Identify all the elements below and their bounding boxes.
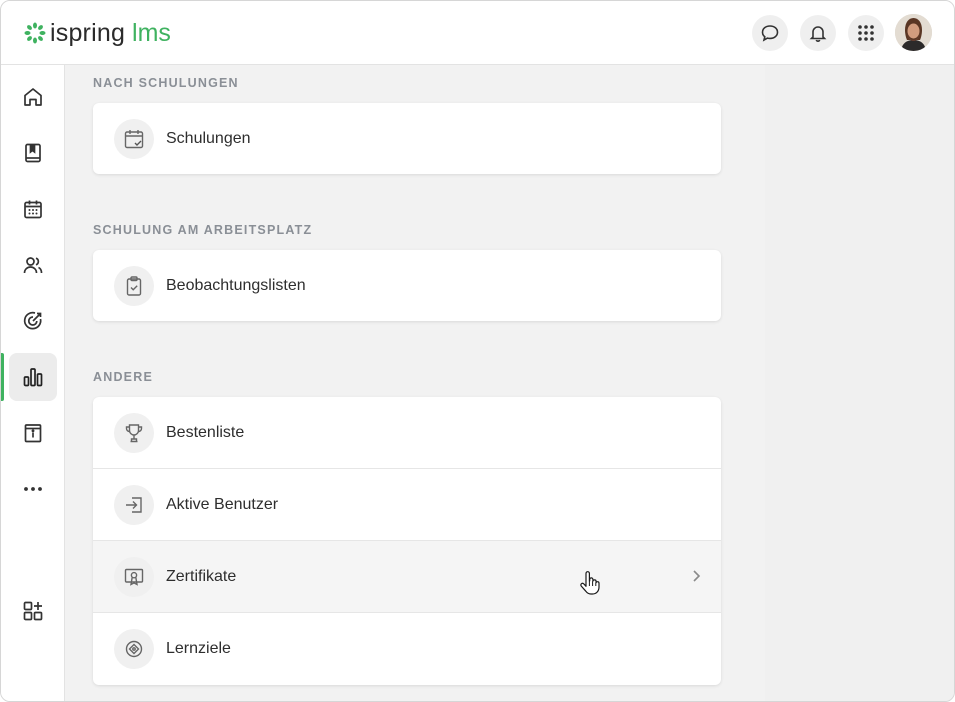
- add-widget-icon: [23, 601, 43, 621]
- sidebar-item-library[interactable]: [9, 129, 57, 177]
- bell-icon: [809, 26, 827, 42]
- user-avatar[interactable]: [895, 14, 932, 51]
- target-icon: [23, 311, 42, 330]
- section-title-after-trainings: NACH SCHULUNGEN: [93, 76, 239, 90]
- chevron-right-icon: [693, 570, 701, 582]
- users-icon: [23, 257, 43, 274]
- section-title-workplace-training: SCHULUNG AM ARBEITSPLATZ: [93, 223, 313, 237]
- list-item-label: Schulungen: [166, 129, 251, 147]
- list-item-beobachtungslisten[interactable]: Beobachtungslisten: [93, 250, 721, 321]
- list-item-schulungen[interactable]: Schulungen: [93, 103, 721, 174]
- active-indicator: [1, 353, 4, 401]
- brand-name: ispring: [50, 18, 126, 47]
- right-panel: [765, 65, 954, 701]
- sidebar-item-more[interactable]: [9, 465, 57, 513]
- home-icon: [24, 88, 42, 106]
- list-item-label: Aktive Benutzer: [166, 495, 279, 513]
- sidebar-item-home[interactable]: [9, 73, 57, 121]
- list-item-label: Bestenliste: [166, 423, 245, 441]
- calendar-icon: [24, 200, 42, 219]
- sidebar-item-reports[interactable]: [9, 353, 57, 401]
- sidebar-item-users[interactable]: [9, 241, 57, 289]
- certificate-icon: [114, 556, 154, 597]
- notifications-button[interactable]: [800, 15, 836, 51]
- chat-icon: [761, 25, 779, 42]
- avatar-portrait: [895, 14, 932, 51]
- ispring-lms-logo[interactable]: ispring lms: [24, 19, 171, 47]
- list-item-label: Beobachtungslisten: [166, 276, 306, 294]
- apps-button[interactable]: [848, 15, 884, 51]
- goal-icon: [114, 629, 154, 669]
- info-box-icon: [24, 424, 42, 443]
- section-card-workplace: Beobachtungslisten: [93, 250, 721, 321]
- sidebar-item-add-widget[interactable]: [9, 587, 57, 635]
- list-item-lernziele[interactable]: Lernziele: [93, 613, 721, 685]
- clipboard-check-icon: [114, 265, 154, 306]
- apps-grid-icon: [858, 25, 874, 41]
- reports-chart-icon: [23, 368, 43, 387]
- sidebar-item-calendar[interactable]: [9, 185, 57, 233]
- sidebar-item-goals[interactable]: [9, 297, 57, 345]
- section-title-other: ANDERE: [93, 370, 153, 384]
- chat-button[interactable]: [752, 15, 788, 51]
- sidebar-nav: [1, 65, 65, 701]
- list-item-label: Zertifikate: [166, 567, 237, 585]
- list-item-zertifikate[interactable]: Zertifikate: [93, 541, 721, 613]
- list-item-bestenliste[interactable]: Bestenliste: [93, 397, 721, 469]
- app-window: ispring lms NACH SCHULUNGEN Schulungen S…: [0, 0, 955, 702]
- trophy-icon: [114, 412, 154, 453]
- more-icon: [24, 487, 42, 491]
- list-item-label: Lernziele: [166, 640, 231, 657]
- calendar-check-icon: [114, 118, 154, 159]
- section-card-other: Bestenliste Aktive Benutzer Zertifikate: [93, 397, 721, 685]
- top-header: ispring lms: [1, 1, 954, 65]
- sidebar-item-info[interactable]: [9, 409, 57, 457]
- ispring-logo-icon: [24, 22, 46, 44]
- list-item-aktive-benutzer[interactable]: Aktive Benutzer: [93, 469, 721, 541]
- section-card-trainings: Schulungen: [93, 103, 721, 174]
- login-icon: [114, 484, 154, 525]
- hand-cursor-icon: [580, 571, 600, 595]
- book-icon: [25, 143, 41, 163]
- brand-product: lms: [132, 18, 171, 47]
